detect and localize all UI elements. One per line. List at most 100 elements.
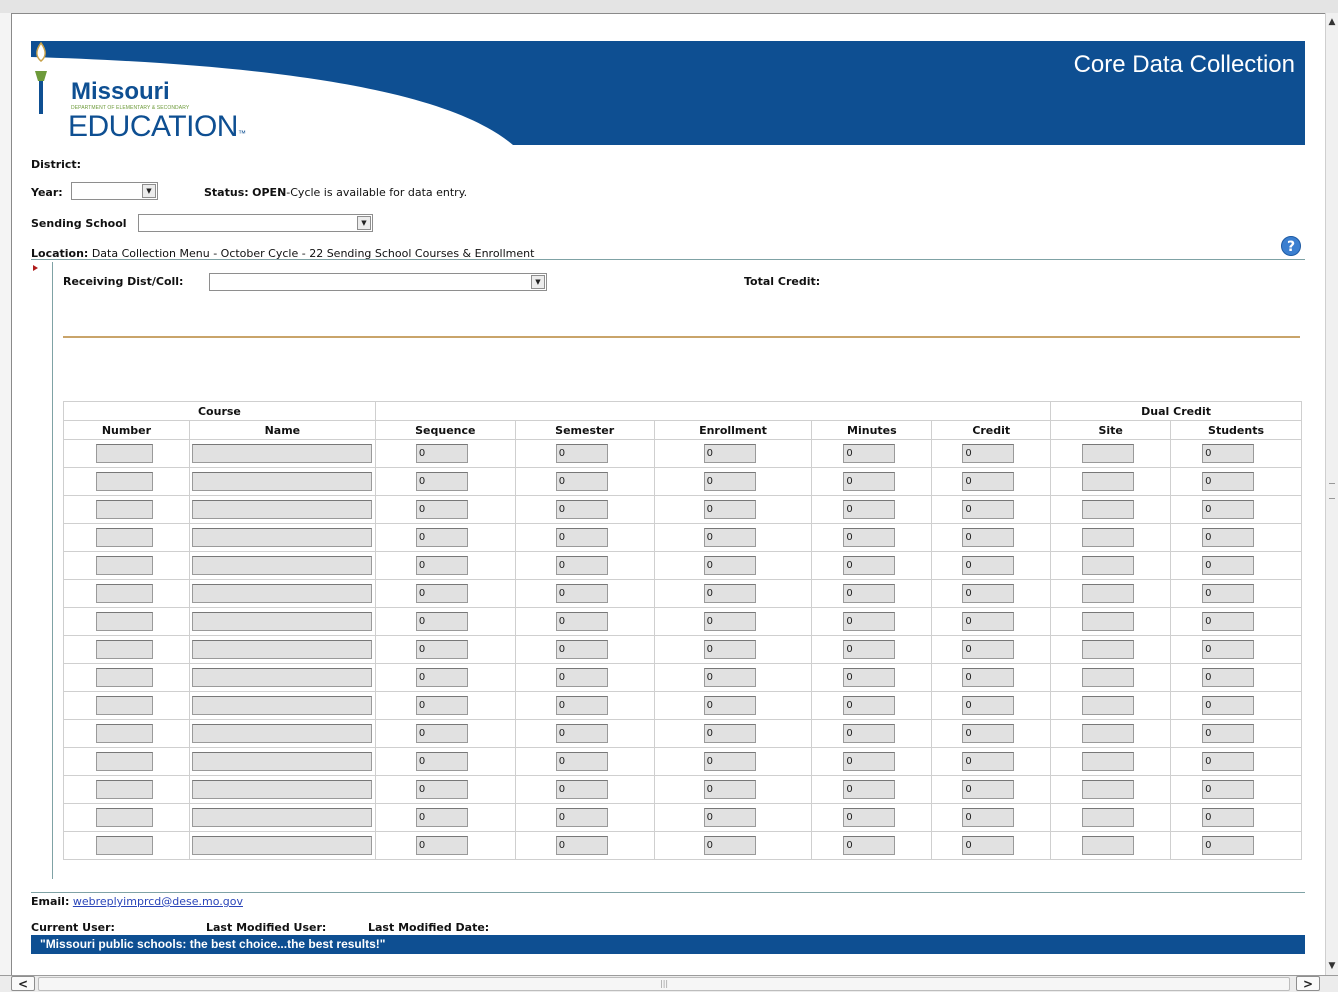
number-input[interactable]: [96, 640, 153, 659]
minutes-input[interactable]: [843, 472, 896, 491]
minutes-input[interactable]: [843, 584, 896, 603]
number-input[interactable]: [96, 528, 153, 547]
sequence-input[interactable]: [415, 612, 468, 631]
help-icon[interactable]: ?: [1281, 236, 1301, 256]
site-input[interactable]: [1082, 444, 1135, 463]
sequence-input[interactable]: [415, 752, 468, 771]
site-input[interactable]: [1082, 472, 1135, 491]
students-input[interactable]: [1202, 584, 1255, 603]
enrollment-input[interactable]: [703, 752, 756, 771]
name-input[interactable]: [191, 808, 372, 827]
enrollment-input[interactable]: [703, 640, 756, 659]
students-input[interactable]: [1202, 780, 1255, 799]
semester-input[interactable]: [555, 808, 608, 827]
credit-input[interactable]: [962, 724, 1015, 743]
minutes-input[interactable]: [843, 836, 896, 855]
sequence-input[interactable]: [415, 472, 468, 491]
name-input[interactable]: [191, 836, 372, 855]
site-input[interactable]: [1082, 528, 1135, 547]
students-input[interactable]: [1202, 668, 1255, 687]
site-input[interactable]: [1082, 724, 1135, 743]
name-input[interactable]: [191, 612, 372, 631]
semester-input[interactable]: [555, 500, 608, 519]
credit-input[interactable]: [962, 584, 1015, 603]
year-select[interactable]: ▼: [71, 182, 158, 200]
semester-input[interactable]: [555, 780, 608, 799]
sequence-input[interactable]: [415, 584, 468, 603]
credit-input[interactable]: [962, 472, 1015, 491]
students-input[interactable]: [1202, 472, 1255, 491]
horizontal-scrollbar[interactable]: < ||| >: [0, 975, 1338, 992]
students-input[interactable]: [1202, 724, 1255, 743]
number-input[interactable]: [96, 696, 153, 715]
students-input[interactable]: [1202, 528, 1255, 547]
site-input[interactable]: [1082, 584, 1135, 603]
credit-input[interactable]: [962, 836, 1015, 855]
credit-input[interactable]: [962, 752, 1015, 771]
students-input[interactable]: [1202, 808, 1255, 827]
minutes-input[interactable]: [843, 556, 896, 575]
minutes-input[interactable]: [843, 612, 896, 631]
enrollment-input[interactable]: [703, 584, 756, 603]
number-input[interactable]: [96, 808, 153, 827]
semester-input[interactable]: [555, 836, 608, 855]
number-input[interactable]: [96, 556, 153, 575]
credit-input[interactable]: [962, 500, 1015, 519]
students-input[interactable]: [1202, 500, 1255, 519]
students-input[interactable]: [1202, 836, 1255, 855]
name-input[interactable]: [191, 528, 372, 547]
semester-input[interactable]: [555, 752, 608, 771]
credit-input[interactable]: [962, 528, 1015, 547]
enrollment-input[interactable]: [703, 780, 756, 799]
number-input[interactable]: [96, 724, 153, 743]
scroll-up-icon[interactable]: ▲: [1326, 13, 1338, 31]
semester-input[interactable]: [555, 724, 608, 743]
name-input[interactable]: [191, 556, 372, 575]
credit-input[interactable]: [962, 668, 1015, 687]
number-input[interactable]: [96, 780, 153, 799]
name-input[interactable]: [191, 696, 372, 715]
sending-school-select[interactable]: ▼: [138, 214, 373, 232]
enrollment-input[interactable]: [703, 696, 756, 715]
site-input[interactable]: [1082, 556, 1135, 575]
students-input[interactable]: [1202, 640, 1255, 659]
enrollment-input[interactable]: [703, 556, 756, 575]
dropdown-arrow-icon[interactable]: ▼: [357, 216, 371, 230]
students-input[interactable]: [1202, 556, 1255, 575]
students-input[interactable]: [1202, 752, 1255, 771]
vertical-scrollbar[interactable]: ▲ ▼: [1325, 13, 1338, 975]
site-input[interactable]: [1082, 696, 1135, 715]
minutes-input[interactable]: [843, 696, 896, 715]
semester-input[interactable]: [555, 444, 608, 463]
semester-input[interactable]: [555, 472, 608, 491]
credit-input[interactable]: [962, 808, 1015, 827]
sequence-input[interactable]: [415, 444, 468, 463]
minutes-input[interactable]: [843, 724, 896, 743]
name-input[interactable]: [191, 780, 372, 799]
scroll-grip[interactable]: [1329, 483, 1335, 499]
sequence-input[interactable]: [415, 528, 468, 547]
dropdown-arrow-icon[interactable]: ▼: [531, 275, 545, 289]
semester-input[interactable]: [555, 612, 608, 631]
minutes-input[interactable]: [843, 528, 896, 547]
enrollment-input[interactable]: [703, 500, 756, 519]
credit-input[interactable]: [962, 444, 1015, 463]
sequence-input[interactable]: [415, 556, 468, 575]
minutes-input[interactable]: [843, 780, 896, 799]
students-input[interactable]: [1202, 696, 1255, 715]
sequence-input[interactable]: [415, 668, 468, 687]
students-input[interactable]: [1202, 444, 1255, 463]
sequence-input[interactable]: [415, 780, 468, 799]
site-input[interactable]: [1082, 836, 1135, 855]
enrollment-input[interactable]: [703, 472, 756, 491]
site-input[interactable]: [1082, 612, 1135, 631]
site-input[interactable]: [1082, 780, 1135, 799]
number-input[interactable]: [96, 472, 153, 491]
sequence-input[interactable]: [415, 640, 468, 659]
number-input[interactable]: [96, 612, 153, 631]
site-input[interactable]: [1082, 808, 1135, 827]
semester-input[interactable]: [555, 696, 608, 715]
credit-input[interactable]: [962, 780, 1015, 799]
semester-input[interactable]: [555, 556, 608, 575]
number-input[interactable]: [96, 836, 153, 855]
